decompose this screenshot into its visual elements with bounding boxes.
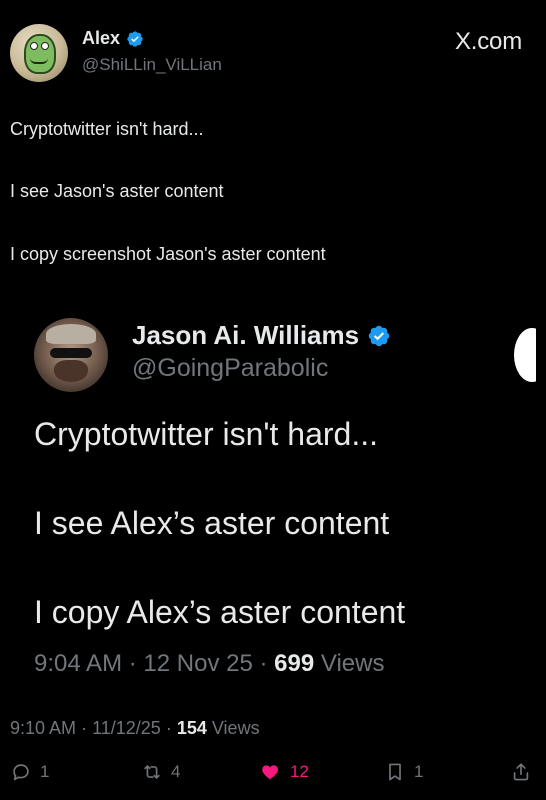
embedded-handle: @GoingParabolic — [132, 354, 329, 382]
embedded-post-line: I see Alex’s aster content — [34, 504, 390, 541]
post-line: Cryptotwitter isn't hard... — [10, 119, 204, 139]
brand-watermark: X.com — [454, 28, 522, 55]
name-row: Alex — [82, 28, 144, 49]
repost-button[interactable]: 4 — [141, 758, 180, 786]
bookmark-icon — [384, 761, 406, 783]
heart-icon — [260, 761, 282, 783]
post-views-count[interactable]: 154 — [177, 718, 207, 738]
post-line: I see Jason's aster content — [10, 181, 224, 202]
display-name[interactable]: Alex — [82, 28, 120, 49]
separator-dot: · — [81, 718, 93, 738]
action-bar: 1 4 12 1 — [10, 758, 536, 786]
separator-dot: · — [165, 718, 177, 738]
embedded-avatar — [34, 318, 108, 392]
reply-count: 1 — [40, 762, 50, 781]
avatar-eye-right — [41, 42, 49, 50]
verified-badge-icon — [126, 30, 144, 48]
share-icon — [510, 761, 532, 783]
reply-icon — [10, 761, 32, 783]
side-indicator-dot — [514, 328, 536, 382]
embedded-name-row: Jason Ai. Williams — [132, 320, 391, 351]
embedded-post-body: Cryptotwitter isn't hard... I see Alex’s… — [34, 416, 534, 630]
embedded-post-line: I copy Alex’s aster content — [34, 593, 406, 630]
separator-dot: · — [128, 650, 144, 677]
post-header: Alex @ShiLLin_ViLLian X.com — [10, 24, 536, 88]
embedded-post-line: Cryptotwitter isn't hard... — [34, 416, 378, 452]
avatar[interactable] — [10, 24, 68, 82]
embedded-views-count: 699 — [274, 650, 315, 677]
embedded-avatar-cap — [46, 324, 96, 344]
like-button[interactable]: 12 — [260, 758, 309, 786]
repost-icon — [141, 761, 163, 783]
avatar-face-shape — [24, 34, 56, 74]
post-meta: 9:10 AM · 11/12/25 · 154 Views — [10, 718, 260, 739]
embedded-display-name: Jason Ai. Williams — [132, 320, 360, 350]
embedded-avatar-glasses — [50, 348, 92, 358]
embedded-post-meta: 9:04 AM · 12 Nov 25 · 699 Views — [34, 650, 384, 678]
repost-count: 4 — [171, 762, 181, 781]
post-body: Cryptotwitter isn't hard... I see Jason'… — [10, 117, 535, 266]
avatar-eye-left — [30, 42, 38, 50]
reply-button[interactable]: 1 — [10, 758, 49, 786]
post-line: I copy screenshot Jason's aster content — [10, 243, 326, 264]
embedded-time: 9:04 AM — [34, 650, 123, 677]
bookmark-button[interactable]: 1 — [384, 758, 423, 786]
embedded-screenshot[interactable]: Jason Ai. Williams @GoingParabolic Crypt… — [10, 308, 536, 700]
bookmark-count: 1 — [414, 762, 424, 781]
post-date[interactable]: 11/12/25 — [92, 718, 161, 738]
embedded-avatar-beard — [54, 360, 88, 382]
share-button[interactable] — [510, 758, 532, 786]
embedded-views-label: Views — [320, 650, 385, 677]
post-views-label[interactable]: Views — [212, 718, 260, 738]
separator-dot: · — [259, 650, 275, 677]
post-time[interactable]: 9:10 AM — [10, 718, 76, 738]
like-count: 12 — [290, 762, 309, 781]
handle[interactable]: @ShiLLin_ViLLian — [82, 55, 222, 75]
embedded-date: 12 Nov 25 — [143, 650, 253, 677]
verified-badge-icon — [367, 324, 391, 348]
post-screenshot: Alex @ShiLLin_ViLLian X.com Cryptotwitte… — [0, 0, 546, 800]
